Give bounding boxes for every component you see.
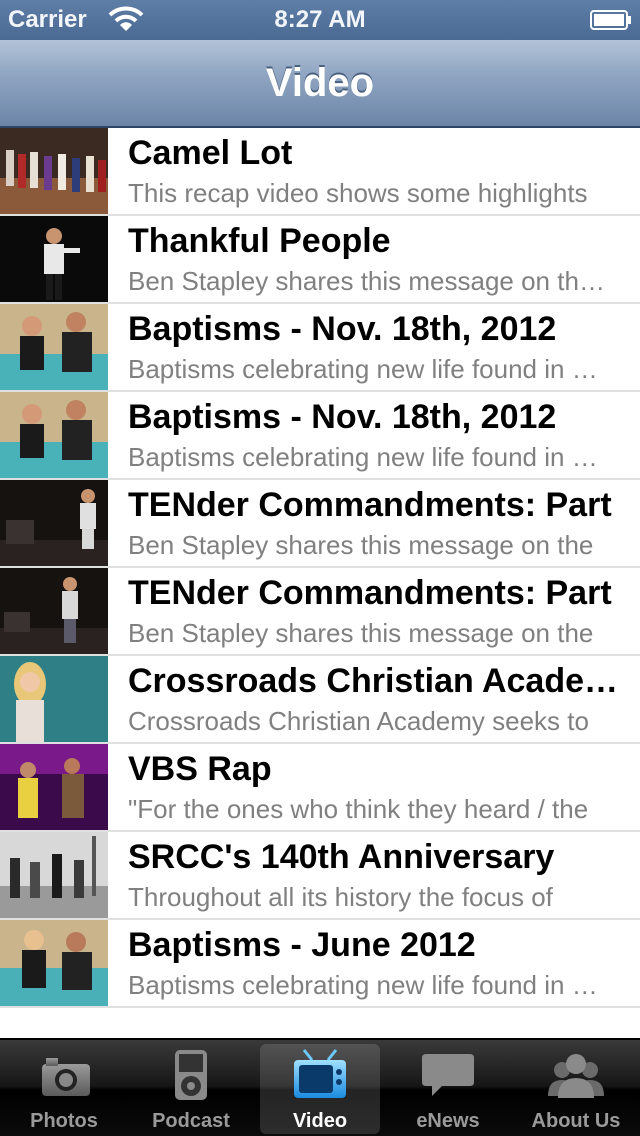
- video-title: TENder Commandments: Part: [128, 574, 612, 612]
- video-title: SRCC's 140th Anniversary: [128, 838, 555, 876]
- video-title: VBS Rap: [128, 750, 272, 788]
- tab-about-us[interactable]: About Us: [516, 1044, 636, 1134]
- video-description: Ben Stapley shares this message on the: [128, 530, 594, 560]
- video-thumbnail: [0, 744, 108, 830]
- video-thumbnail: [0, 568, 108, 654]
- ipod-icon: [175, 1050, 207, 1100]
- video-list-item[interactable]: SRCC's 140th Anniversary Throughout all …: [0, 832, 640, 920]
- tab-label: Photos: [30, 1110, 98, 1132]
- video-description: Crossroads Christian Academy seeks to: [128, 706, 589, 736]
- video-list-item[interactable]: TENder Commandments: Part Ben Stapley sh…: [0, 568, 640, 656]
- video-list-item[interactable]: Baptisms - Nov. 18th, 2012 Baptisms cele…: [0, 392, 640, 480]
- video-title: Crossroads Christian Academy: [128, 662, 618, 700]
- battery-icon: [590, 10, 631, 30]
- video-thumbnail: [0, 392, 108, 478]
- tab-bar: Photos Podcast Video eNews About Us: [0, 1038, 640, 1136]
- video-title: Baptisms - June 2012: [128, 926, 476, 964]
- video-description: This recap video shows some highlights: [128, 178, 588, 208]
- status-time: 8:27 AM: [274, 6, 366, 33]
- video-description: Baptisms celebrating new life found in C…: [128, 970, 616, 1000]
- video-description: Ben Stapley shares this message on the: [128, 618, 594, 648]
- tab-label: Video: [292, 1110, 348, 1132]
- video-thumbnail: [0, 656, 108, 742]
- navigation-bar: Video: [0, 40, 640, 128]
- video-title: Thankful People: [128, 222, 391, 260]
- people-icon: [548, 1054, 604, 1098]
- video-list-item[interactable]: Baptisms - Nov. 18th, 2012 Baptisms cele…: [0, 304, 640, 392]
- tab-label: Podcast: [152, 1110, 230, 1132]
- video-thumbnail: [0, 128, 108, 214]
- tab-label: About Us: [531, 1110, 621, 1132]
- tab-enews[interactable]: eNews: [388, 1044, 508, 1134]
- tab-podcast[interactable]: Podcast: [131, 1044, 251, 1134]
- video-title: Baptisms - Nov. 18th, 2012: [128, 398, 557, 436]
- video-list-item[interactable]: Baptisms - June 2012 Baptisms celebratin…: [0, 920, 640, 1008]
- tab-label: eNews: [416, 1110, 480, 1132]
- video-thumbnail: [0, 480, 108, 566]
- video-list-item[interactable]: Thankful People Ben Stapley shares this …: [0, 216, 640, 304]
- page-title: Video: [265, 61, 375, 105]
- video-thumbnail: [0, 920, 108, 1006]
- video-description: Throughout all its history the focus of: [128, 882, 553, 912]
- video-list-item[interactable]: Crossroads Christian Academy Crossroads …: [0, 656, 640, 744]
- speech-bubble-icon: [422, 1054, 474, 1096]
- video-description: Baptisms celebrating new life found in C…: [128, 442, 616, 472]
- video-list[interactable]: Camel Lot This recap video shows some hi…: [0, 128, 640, 1036]
- video-list-item[interactable]: TENder Commandments: Part Ben Stapley sh…: [0, 480, 640, 568]
- camera-icon: [42, 1058, 90, 1096]
- video-description: Baptisms celebrating new life found in C…: [128, 354, 616, 384]
- video-description: Ben Stapley shares this message on thank…: [128, 266, 616, 296]
- video-thumbnail: [0, 216, 108, 302]
- video-list-item[interactable]: Camel Lot This recap video shows some hi…: [0, 128, 640, 216]
- video-thumbnail: [0, 304, 108, 390]
- tab-video[interactable]: Video: [260, 1044, 380, 1134]
- tv-icon: [294, 1049, 346, 1098]
- video-list-item[interactable]: VBS Rap "For the ones who think they hea…: [0, 744, 640, 832]
- video-description: "For the ones who think they heard / the: [128, 794, 589, 824]
- video-title: Camel Lot: [128, 134, 293, 172]
- tab-photos[interactable]: Photos: [4, 1044, 124, 1134]
- video-title: Baptisms - Nov. 18th, 2012: [128, 310, 557, 348]
- status-bar: Carrier 8:27 AM: [0, 0, 640, 40]
- video-title: TENder Commandments: Part: [128, 486, 612, 524]
- video-thumbnail: [0, 832, 108, 918]
